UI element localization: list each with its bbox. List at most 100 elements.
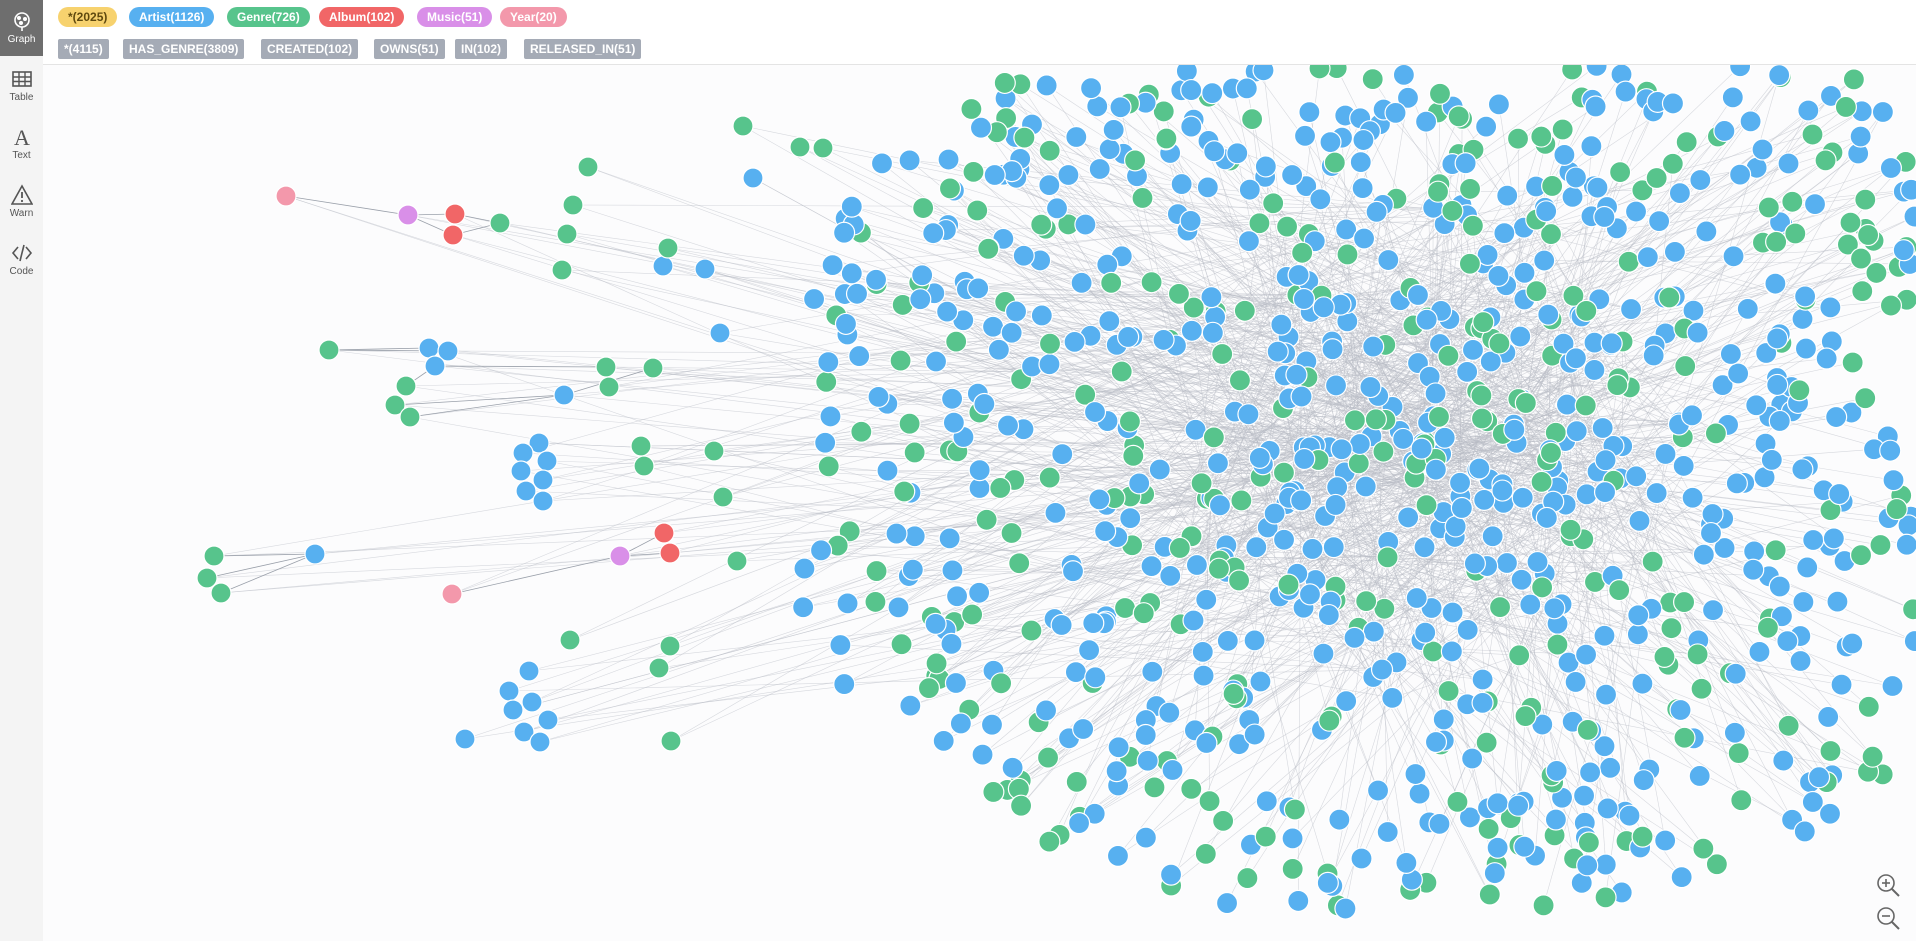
artist-node[interactable] <box>1395 851 1418 874</box>
genre-node[interactable] <box>1228 369 1252 392</box>
genre-node[interactable] <box>1869 533 1892 557</box>
artist-node[interactable] <box>1424 458 1447 481</box>
artist-node[interactable] <box>1359 375 1382 399</box>
artist-node[interactable] <box>898 149 921 172</box>
genre-node[interactable] <box>960 97 983 121</box>
genre-node[interactable] <box>712 486 734 508</box>
artist-node[interactable] <box>1593 624 1616 647</box>
genre-node[interactable] <box>1477 817 1500 841</box>
artist-node[interactable] <box>1324 493 1347 517</box>
genre-node[interactable] <box>1609 161 1632 184</box>
genre-node[interactable] <box>1686 643 1709 666</box>
genre-node[interactable] <box>577 156 599 178</box>
artist-node[interactable] <box>1252 65 1275 82</box>
artist-node[interactable] <box>1537 303 1560 326</box>
genre-node[interactable] <box>1488 332 1511 355</box>
artist-node[interactable] <box>1572 784 1596 807</box>
artist-node[interactable] <box>1632 769 1655 792</box>
genre-node[interactable] <box>1631 825 1654 848</box>
artist-node[interactable] <box>1082 612 1105 635</box>
genre-node[interactable] <box>1036 746 1060 769</box>
artist-node[interactable] <box>1727 362 1750 385</box>
artist-node[interactable] <box>940 632 963 655</box>
genre-node[interactable] <box>789 136 811 158</box>
genre-node[interactable] <box>1851 280 1874 303</box>
genre-node[interactable] <box>977 237 1000 260</box>
artist-node[interactable] <box>1543 597 1566 620</box>
artist-node[interactable] <box>1627 604 1650 627</box>
relationship-edge[interactable] <box>285 195 409 216</box>
genre-node[interactable] <box>1202 426 1225 449</box>
artist-node[interactable] <box>1797 99 1820 122</box>
artist-node[interactable] <box>1461 747 1484 770</box>
genre-node[interactable] <box>1441 199 1464 223</box>
genre-node[interactable] <box>1426 180 1450 203</box>
genre-node[interactable] <box>1421 640 1445 663</box>
artist-node[interactable] <box>1083 400 1107 424</box>
genre-node[interactable] <box>898 412 921 435</box>
artist-node[interactable] <box>996 414 1020 437</box>
genre-node[interactable] <box>1013 126 1036 149</box>
artist-node[interactable] <box>1285 363 1308 386</box>
artist-node[interactable] <box>1161 758 1184 782</box>
artist-node[interactable] <box>814 431 837 454</box>
artist-node[interactable] <box>1669 698 1692 722</box>
artist-node[interactable] <box>1255 790 1278 813</box>
artist-node[interactable] <box>840 195 863 218</box>
genre-node[interactable] <box>1212 809 1235 832</box>
artist-node[interactable] <box>1408 782 1431 805</box>
relationship-edge[interactable] <box>328 347 430 351</box>
relationship-edge[interactable] <box>840 644 1383 670</box>
artist-node[interactable] <box>1564 166 1588 189</box>
genre-node[interactable] <box>1902 598 1916 621</box>
artist-node[interactable] <box>1699 521 1723 545</box>
artist-node[interactable] <box>1226 142 1249 165</box>
genre-node[interactable] <box>1155 127 1178 150</box>
artist-node[interactable] <box>424 355 446 377</box>
genre-node[interactable] <box>598 376 620 398</box>
artist-node[interactable] <box>1182 609 1205 632</box>
genre-node[interactable] <box>1530 125 1553 148</box>
genre-node[interactable] <box>1140 271 1163 294</box>
artist-node[interactable] <box>418 337 440 359</box>
artist-node[interactable] <box>944 671 968 695</box>
genre-node[interactable] <box>1641 550 1664 573</box>
artist-node[interactable] <box>1441 601 1464 624</box>
artist-node[interactable] <box>1148 458 1171 481</box>
genre-node[interactable] <box>562 194 584 216</box>
genre-node[interactable] <box>1854 387 1877 410</box>
artist-node[interactable] <box>1830 673 1853 696</box>
artist-node[interactable] <box>1594 853 1617 876</box>
artist-node[interactable] <box>1626 623 1649 646</box>
artist-node[interactable] <box>1618 804 1641 827</box>
genre-node[interactable] <box>1167 282 1191 305</box>
artist-node[interactable] <box>1822 527 1845 550</box>
genre-node[interactable] <box>1000 521 1023 545</box>
artist-node[interactable] <box>1301 537 1324 561</box>
artist-node[interactable] <box>1826 590 1849 613</box>
artist-node[interactable] <box>1817 705 1840 729</box>
artist-node[interactable] <box>1424 730 1448 754</box>
artist-node[interactable] <box>949 712 972 735</box>
genre-node[interactable] <box>1272 461 1296 484</box>
artist-node[interactable] <box>1776 630 1799 653</box>
artist-node[interactable] <box>1491 479 1514 502</box>
artist-node[interactable] <box>867 385 890 408</box>
artist-node[interactable] <box>1070 271 1093 294</box>
genre-node[interactable] <box>633 455 655 477</box>
genre-node[interactable] <box>1730 789 1753 812</box>
year-node[interactable] <box>441 583 463 605</box>
genre-node[interactable] <box>989 476 1012 500</box>
artist-node[interactable] <box>1051 443 1074 466</box>
genre-node[interactable] <box>961 603 984 626</box>
artist-node[interactable] <box>793 557 816 580</box>
artist-node[interactable] <box>1545 759 1568 783</box>
artist-node[interactable] <box>1802 528 1825 552</box>
artist-node[interactable] <box>1208 494 1232 517</box>
genre-node[interactable] <box>1673 726 1696 749</box>
artist-node[interactable] <box>887 596 910 619</box>
genre-node[interactable] <box>815 370 838 393</box>
genre-node[interactable] <box>1606 374 1629 397</box>
artist-node[interactable] <box>1392 65 1415 87</box>
artist-node[interactable] <box>968 581 991 604</box>
